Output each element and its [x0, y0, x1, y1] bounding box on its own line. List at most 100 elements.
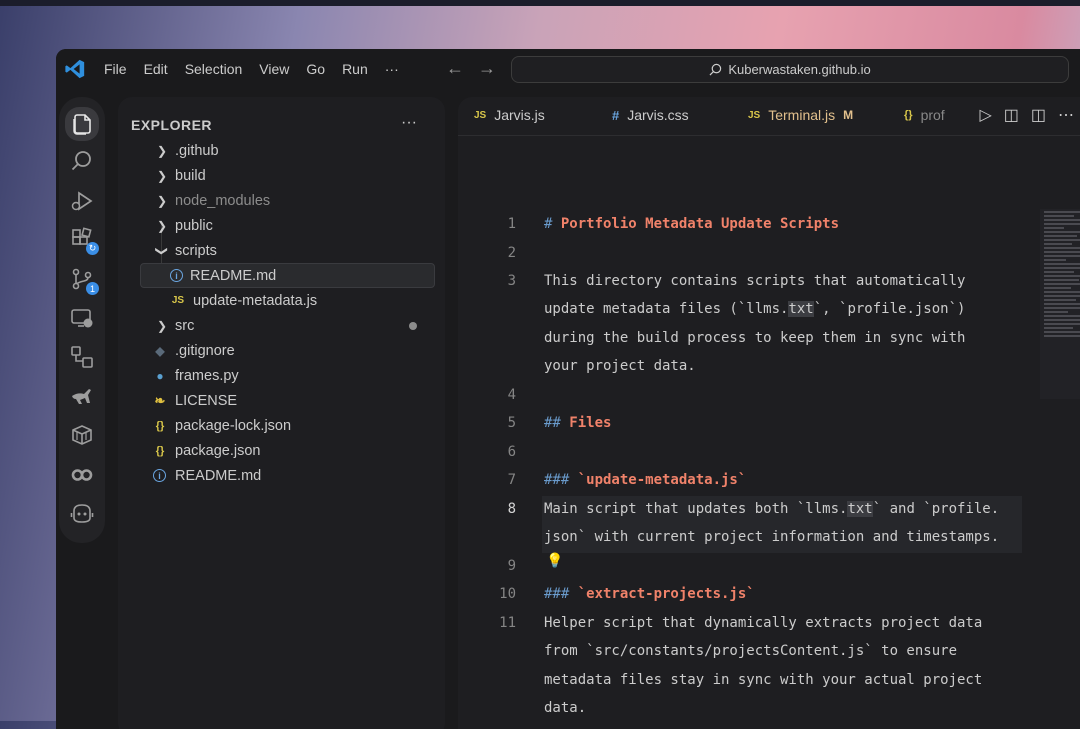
tree-item-label: frames.py: [175, 367, 239, 384]
word-highlight: txt: [788, 301, 814, 317]
code-line: Helper script that dynamically extracts …: [544, 615, 983, 631]
menu-bar: File Edit Selection View Go Run ···: [104, 61, 416, 77]
code-line: from `src/constants/projectsContent.js` …: [544, 643, 958, 659]
code-line: json` with current project information a…: [544, 529, 1000, 545]
split-editor-icon[interactable]: ◫: [1031, 105, 1046, 125]
file-tree: ❯ .github ❯ build ❯ node_modules ❯ publi…: [118, 138, 445, 488]
source-control-icon[interactable]: 1: [68, 265, 99, 295]
desktop-top-edge: [0, 0, 1080, 6]
tree-item-label: src: [175, 317, 195, 334]
tab-label: Jarvis.css: [627, 107, 689, 123]
source-control-count-badge: 1: [86, 282, 99, 295]
forward-arrow-icon[interactable]: →: [478, 58, 496, 79]
tree-item-scripts-readme[interactable]: i README.md: [140, 263, 435, 288]
tree-item-scripts[interactable]: ❯ scripts: [118, 238, 445, 263]
menu-file[interactable]: File: [104, 61, 127, 77]
run-icon[interactable]: ▷: [979, 105, 991, 125]
search-icon[interactable]: [68, 147, 96, 175]
lightbulb-icon[interactable]: 💡: [546, 553, 563, 569]
copilot-icon[interactable]: [68, 499, 96, 527]
menu-selection[interactable]: Selection: [185, 61, 243, 77]
container-icon[interactable]: [68, 421, 96, 449]
extensions-update-badge: ↻: [86, 242, 99, 255]
menu-edit[interactable]: Edit: [144, 61, 168, 77]
tab-terminal-js[interactable]: JS Terminal.js M: [748, 107, 853, 123]
more-actions-icon[interactable]: ⋯: [1058, 105, 1074, 125]
tab-label: Jarvis.js: [494, 107, 545, 123]
tab-jarvis-js[interactable]: JS Jarvis.js: [474, 107, 545, 123]
tree-item-node-modules[interactable]: ❯ node_modules: [118, 188, 445, 213]
minimap[interactable]: [1040, 209, 1080, 399]
tree-item-gitignore[interactable]: ◆ .gitignore: [118, 338, 445, 363]
title-bar: File Edit Selection View Go Run ··· ← → …: [56, 49, 1080, 89]
tree-item-src[interactable]: ❯ src: [118, 313, 445, 338]
tab-label: prof: [920, 107, 945, 123]
info-icon: i: [170, 269, 183, 282]
extension-view-icon[interactable]: [68, 343, 96, 371]
vscode-window: File Edit Selection View Go Run ··· ← → …: [56, 49, 1080, 729]
code-line: This directory contains scripts that aut…: [544, 273, 966, 289]
tree-item-frames-py[interactable]: ● frames.py: [118, 363, 445, 388]
tree-item-update-metadata[interactable]: JS update-metadata.js: [118, 288, 445, 313]
chevron-right-icon: ❯: [156, 318, 168, 333]
explorer-more-actions[interactable]: ···: [401, 114, 417, 132]
tree-item-label: README.md: [175, 467, 262, 484]
editor-area: JS Jarvis.js # Jarvis.css JS Terminal.js…: [458, 97, 1080, 729]
line-number: 4: [507, 387, 516, 403]
line-number: 2: [507, 245, 516, 261]
editor-actions: ▷ ◫ ◫ ⋯: [979, 105, 1074, 125]
remote-explorer-icon[interactable]: [68, 304, 96, 332]
license-icon: ❧: [154, 392, 166, 408]
search-icon: [709, 63, 722, 76]
line-number: 7: [507, 472, 516, 488]
tree-item-public[interactable]: ❯ public: [118, 213, 445, 238]
tree-item-package-lock[interactable]: {} package-lock.json: [118, 413, 445, 438]
code-line: metadata files stay in sync with your ac…: [544, 672, 983, 688]
json-icon: {}: [155, 444, 165, 457]
md-heading-text: `update-metadata.js`: [577, 472, 747, 488]
word-highlight: txt: [847, 501, 873, 517]
vscode-logo-icon: [65, 59, 85, 79]
back-arrow-icon[interactable]: ←: [446, 58, 464, 79]
tree-item-build[interactable]: ❯ build: [118, 163, 445, 188]
tree-item-label: node_modules: [175, 192, 271, 209]
tab-profile-json[interactable]: {} prof: [904, 107, 945, 123]
info-icon: i: [153, 469, 166, 482]
run-debug-icon[interactable]: [68, 187, 96, 215]
line-number: 11: [499, 615, 516, 631]
tree-item-github[interactable]: ❯ .github: [118, 138, 445, 163]
menu-view[interactable]: View: [259, 61, 289, 77]
tree-item-label: .github: [175, 142, 219, 159]
menu-more[interactable]: ···: [385, 61, 399, 77]
explorer-panel: EXPLORER ··· ❯ .github ❯ build ❯ node_mo…: [118, 97, 445, 729]
menu-run[interactable]: Run: [342, 61, 368, 77]
line-number: 9: [507, 558, 516, 574]
code-text: ` and `profile.: [872, 501, 1000, 517]
code-text: `, `profile.json`): [813, 301, 966, 317]
json-icon: {}: [155, 419, 165, 432]
line-number-current: 8: [507, 501, 516, 517]
navigation-arrows: ← →: [446, 58, 496, 79]
tree-item-label: update-metadata.js: [193, 292, 318, 309]
tree-item-license[interactable]: ❧ LICENSE: [118, 388, 445, 413]
extensions-icon[interactable]: ↻: [68, 225, 99, 255]
code-line: # Portfolio Metadata Update Scripts: [544, 216, 839, 232]
editor-tabs: JS Jarvis.js # Jarvis.css JS Terminal.js…: [458, 97, 1080, 136]
chevron-right-icon: ❯: [156, 218, 168, 233]
tree-item-package-json[interactable]: {} package.json: [118, 438, 445, 463]
chevron-right-icon: ❯: [156, 168, 168, 183]
line-number: 10: [499, 586, 516, 602]
explorer-icon[interactable]: [65, 107, 99, 141]
tree-item-readme-root[interactable]: i README.md: [118, 463, 445, 488]
open-preview-icon[interactable]: ◫: [1004, 105, 1019, 125]
tree-item-label: LICENSE: [175, 392, 238, 409]
command-center-search[interactable]: Kuberwastaken.github.io: [511, 56, 1069, 83]
tab-jarvis-css[interactable]: # Jarvis.css: [612, 107, 689, 123]
menu-go[interactable]: Go: [306, 61, 325, 77]
infinity-icon[interactable]: [68, 461, 96, 489]
md-heading-marker: ###: [544, 472, 578, 488]
search-text: Kuberwastaken.github.io: [728, 62, 871, 77]
kangaroo-icon[interactable]: [68, 382, 96, 410]
tree-item-label: build: [175, 167, 206, 184]
git-file-icon: ◆: [155, 343, 165, 358]
